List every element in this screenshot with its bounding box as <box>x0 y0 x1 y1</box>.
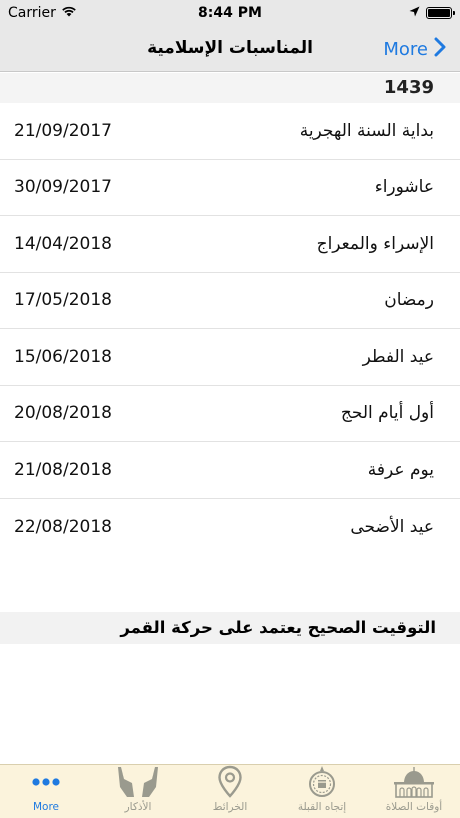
event-date: 21/08/2018 <box>14 459 112 480</box>
tab-label: الأذكار <box>124 801 152 813</box>
event-row[interactable]: 15/06/2018 عيد الفطر <box>0 329 460 386</box>
status-left: Carrier <box>8 5 77 21</box>
tab-label: الخرائط <box>212 801 248 813</box>
tab-prayer-times[interactable]: أوقات الصلاة <box>368 765 460 818</box>
tab-label: أوقات الصلاة <box>385 801 443 813</box>
event-date: 15/06/2018 <box>14 346 112 367</box>
chevron-right-icon <box>434 37 446 62</box>
status-bar: Carrier 8:44 PM <box>0 0 460 26</box>
event-row[interactable]: 21/09/2017 بداية السنة الهجرية <box>0 103 460 160</box>
battery-icon <box>426 7 455 19</box>
tab-adhkar[interactable]: الأذكار <box>92 765 184 818</box>
event-name: الإسراء والمعراج <box>316 233 434 254</box>
tab-qibla[interactable]: إتجاه القبلة <box>276 765 368 818</box>
event-date: 14/04/2018 <box>14 233 112 254</box>
year-header: 1439 <box>0 73 460 103</box>
event-date: 21/09/2017 <box>14 120 112 141</box>
event-row[interactable]: 17/05/2018 رمضان <box>0 273 460 329</box>
event-name: عيد الفطر <box>362 346 434 367</box>
map-pin-icon <box>217 765 243 799</box>
tab-bar: More الأذكار الخرائط إتجاه القبلة أوقات … <box>0 764 460 818</box>
event-date: 30/09/2017 <box>14 177 112 198</box>
more-button-label: More <box>383 38 428 60</box>
tab-label: إتجاه القبلة <box>297 801 347 813</box>
event-name: بداية السنة الهجرية <box>299 120 434 141</box>
event-date: 22/08/2018 <box>14 516 112 537</box>
event-row[interactable]: 21/08/2018 يوم عرفة <box>0 442 460 499</box>
navigation-bar: المناسبات الإسلامية More <box>0 26 460 72</box>
event-name: عيد الأضحى <box>350 516 434 537</box>
event-row[interactable]: 14/04/2018 الإسراء والمعراج <box>0 216 460 273</box>
events-list: 21/09/2017 بداية السنة الهجرية 30/09/201… <box>0 103 460 555</box>
tab-maps[interactable]: الخرائط <box>184 765 276 818</box>
event-date: 17/05/2018 <box>14 290 112 311</box>
event-row[interactable]: 22/08/2018 عيد الأضحى <box>0 499 460 556</box>
event-name: أول أيام الحج <box>340 403 434 424</box>
event-name: عاشوراء <box>374 177 434 198</box>
event-name: يوم عرفة <box>367 459 434 480</box>
carrier-label: Carrier <box>8 5 56 21</box>
event-date: 20/08/2018 <box>14 403 112 424</box>
location-arrow-icon <box>409 5 420 21</box>
event-row[interactable]: 30/09/2017 عاشوراء <box>0 160 460 216</box>
praying-hands-icon <box>115 765 161 799</box>
wifi-icon <box>61 5 77 21</box>
mosque-icon <box>391 765 437 799</box>
status-right <box>409 5 455 21</box>
more-dots-icon <box>31 765 61 799</box>
tab-label: More <box>32 801 60 813</box>
moon-timing-note: التوقيت الصحيح يعتمد على حركة القمر <box>0 612 460 644</box>
qibla-compass-icon <box>307 765 337 799</box>
more-button[interactable]: More <box>383 26 446 72</box>
event-name: رمضان <box>384 290 434 311</box>
tab-more[interactable]: More <box>0 765 92 818</box>
event-row[interactable]: 20/08/2018 أول أيام الحج <box>0 386 460 442</box>
